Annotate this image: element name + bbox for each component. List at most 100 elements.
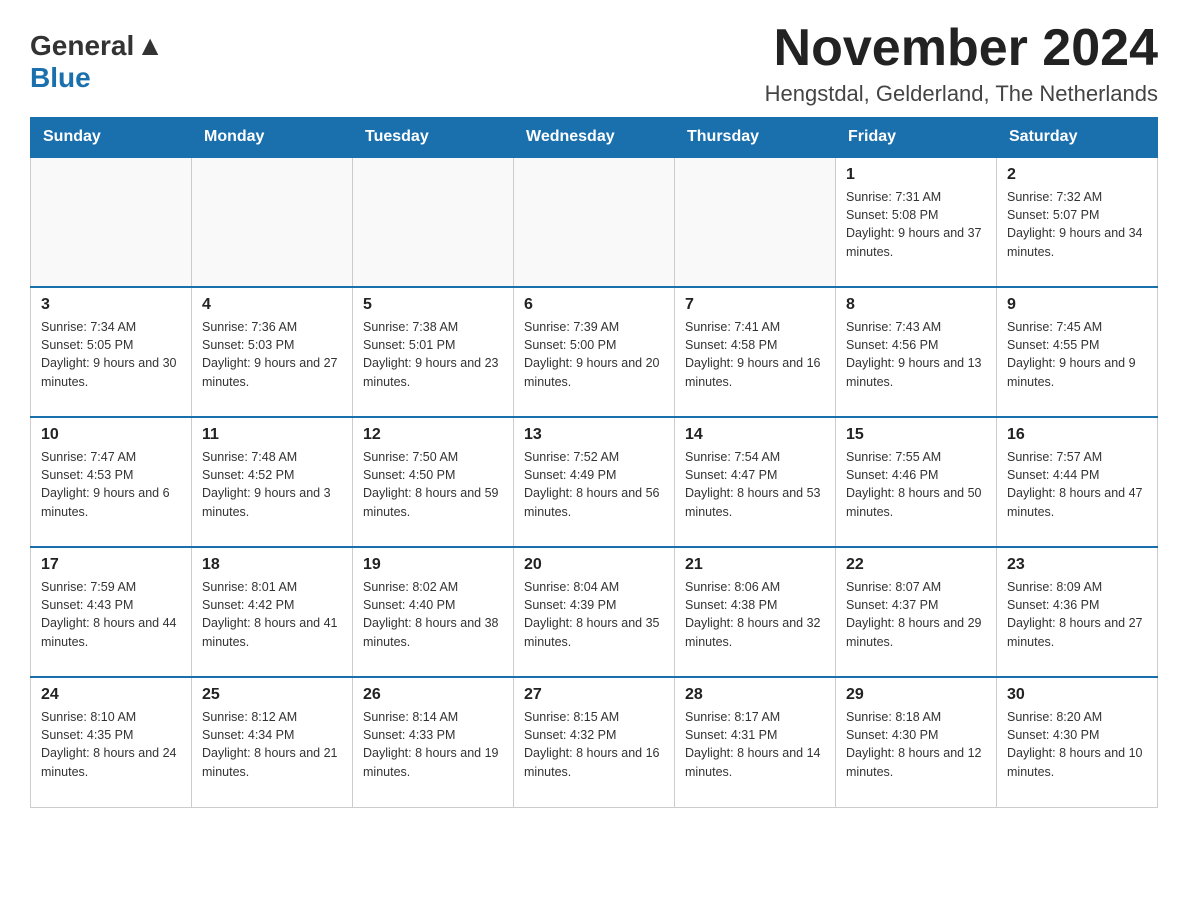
- calendar-cell: 4 Sunrise: 7:36 AM Sunset: 5:03 PM Daylig…: [192, 287, 353, 417]
- day-info: Sunrise: 7:54 AM Sunset: 4:47 PM Dayligh…: [685, 448, 825, 521]
- day-info: Sunrise: 8:20 AM Sunset: 4:30 PM Dayligh…: [1007, 708, 1147, 781]
- day-number: 24: [41, 686, 181, 704]
- calendar-cell: 26 Sunrise: 8:14 AM Sunset: 4:33 PM Dayli…: [353, 677, 514, 807]
- day-number: 26: [363, 686, 503, 704]
- day-info: Sunrise: 8:10 AM Sunset: 4:35 PM Dayligh…: [41, 708, 181, 781]
- header-tuesday: Tuesday: [353, 118, 514, 158]
- calendar-cell: [675, 157, 836, 287]
- calendar-cell: 5Sunrise: 7:38 AM Sunset: 5:01 PM Daylig…: [353, 287, 514, 417]
- header-monday: Monday: [192, 118, 353, 158]
- day-number: 4: [202, 296, 342, 314]
- header-thursday: Thursday: [675, 118, 836, 158]
- day-number: 14: [685, 426, 825, 444]
- day-info: Sunrise: 7:55 AM Sunset: 4:46 PM Dayligh…: [846, 448, 986, 521]
- day-info: Sunrise: 8:06 AM Sunset: 4:38 PM Dayligh…: [685, 578, 825, 651]
- day-info: Sunrise: 7:43 AM Sunset: 4:56 PM Dayligh…: [846, 318, 986, 391]
- day-number: 5: [363, 296, 503, 314]
- day-info: Sunrise: 7:52 AM Sunset: 4:49 PM Dayligh…: [524, 448, 664, 521]
- day-number: 9: [1007, 296, 1147, 314]
- header-sunday: Sunday: [31, 118, 192, 158]
- calendar-cell: 16 Sunrise: 7:57 AM Sunset: 4:44 PM Dayli…: [997, 417, 1158, 547]
- calendar-week-4: 24 Sunrise: 8:10 AM Sunset: 4:35 PM Dayli…: [31, 677, 1158, 807]
- logo-blue-text: Blue: [30, 62, 91, 94]
- day-number: 28: [685, 686, 825, 704]
- header: General ▲ Blue November 2024 Hengstdal, …: [30, 20, 1158, 107]
- calendar-cell: [514, 157, 675, 287]
- day-number: 29: [846, 686, 986, 704]
- day-number: 16: [1007, 426, 1147, 444]
- calendar-cell: 20 Sunrise: 8:04 AM Sunset: 4:39 PM Dayli…: [514, 547, 675, 677]
- day-number: 25: [202, 686, 342, 704]
- day-info: Sunrise: 8:12 AM Sunset: 4:34 PM Dayligh…: [202, 708, 342, 781]
- day-number: 8: [846, 296, 986, 314]
- calendar-cell: 1 Sunrise: 7:31 AM Sunset: 5:08 PM Daylig…: [836, 157, 997, 287]
- day-info: Sunrise: 7:31 AM Sunset: 5:08 PM Dayligh…: [846, 188, 986, 261]
- calendar-cell: 3Sunrise: 7:34 AM Sunset: 5:05 PM Daylig…: [31, 287, 192, 417]
- day-number: 11: [202, 426, 342, 444]
- calendar-week-1: 3Sunrise: 7:34 AM Sunset: 5:05 PM Daylig…: [31, 287, 1158, 417]
- day-info: Sunrise: 8:07 AM Sunset: 4:37 PM Dayligh…: [846, 578, 986, 651]
- day-number: 17: [41, 556, 181, 574]
- calendar-cell: 12 Sunrise: 7:50 AM Sunset: 4:50 PM Dayli…: [353, 417, 514, 547]
- day-info: Sunrise: 7:32 AM Sunset: 5:07 PM Dayligh…: [1007, 188, 1147, 261]
- calendar-cell: 27 Sunrise: 8:15 AM Sunset: 4:32 PM Dayli…: [514, 677, 675, 807]
- calendar-cell: 29 Sunrise: 8:18 AM Sunset: 4:30 PM Dayli…: [836, 677, 997, 807]
- day-info: Sunrise: 7:48 AM Sunset: 4:52 PM Dayligh…: [202, 448, 342, 521]
- day-info: Sunrise: 8:17 AM Sunset: 4:31 PM Dayligh…: [685, 708, 825, 781]
- day-number: 7: [685, 296, 825, 314]
- calendar-cell: 25 Sunrise: 8:12 AM Sunset: 4:34 PM Dayli…: [192, 677, 353, 807]
- day-number: 10: [41, 426, 181, 444]
- day-info: Sunrise: 8:09 AM Sunset: 4:36 PM Dayligh…: [1007, 578, 1147, 651]
- header-wednesday: Wednesday: [514, 118, 675, 158]
- calendar-cell: 15Sunrise: 7:55 AM Sunset: 4:46 PM Dayli…: [836, 417, 997, 547]
- day-info: Sunrise: 8:15 AM Sunset: 4:32 PM Dayligh…: [524, 708, 664, 781]
- location-title: Hengstdal, Gelderland, The Netherlands: [765, 81, 1158, 107]
- logo-general-text: General: [30, 32, 134, 60]
- calendar-week-0: 1 Sunrise: 7:31 AM Sunset: 5:08 PM Daylig…: [31, 157, 1158, 287]
- day-number: 6: [524, 296, 664, 314]
- day-info: Sunrise: 8:02 AM Sunset: 4:40 PM Dayligh…: [363, 578, 503, 651]
- calendar-cell: [353, 157, 514, 287]
- day-number: 21: [685, 556, 825, 574]
- day-info: Sunrise: 7:47 AM Sunset: 4:53 PM Dayligh…: [41, 448, 181, 521]
- day-number: 20: [524, 556, 664, 574]
- calendar-cell: 14 Sunrise: 7:54 AM Sunset: 4:47 PM Dayli…: [675, 417, 836, 547]
- calendar-cell: 10 Sunrise: 7:47 AM Sunset: 4:53 PM Dayli…: [31, 417, 192, 547]
- day-number: 3: [41, 296, 181, 314]
- day-info: Sunrise: 7:50 AM Sunset: 4:50 PM Dayligh…: [363, 448, 503, 521]
- calendar-cell: 13 Sunrise: 7:52 AM Sunset: 4:49 PM Dayli…: [514, 417, 675, 547]
- calendar-cell: 9 Sunrise: 7:45 AM Sunset: 4:55 PM Daylig…: [997, 287, 1158, 417]
- day-number: 27: [524, 686, 664, 704]
- day-info: Sunrise: 7:36 AM Sunset: 5:03 PM Dayligh…: [202, 318, 342, 391]
- calendar-cell: 8 Sunrise: 7:43 AM Sunset: 4:56 PM Daylig…: [836, 287, 997, 417]
- logo: General ▲ Blue: [30, 20, 164, 94]
- calendar-cell: 24 Sunrise: 8:10 AM Sunset: 4:35 PM Dayli…: [31, 677, 192, 807]
- calendar-cell: 2 Sunrise: 7:32 AM Sunset: 5:07 PM Daylig…: [997, 157, 1158, 287]
- day-number: 19: [363, 556, 503, 574]
- day-number: 12: [363, 426, 503, 444]
- day-info: Sunrise: 7:57 AM Sunset: 4:44 PM Dayligh…: [1007, 448, 1147, 521]
- calendar-cell: 23 Sunrise: 8:09 AM Sunset: 4:36 PM Dayli…: [997, 547, 1158, 677]
- calendar-week-3: 17 Sunrise: 7:59 AM Sunset: 4:43 PM Dayli…: [31, 547, 1158, 677]
- day-info: Sunrise: 7:39 AM Sunset: 5:00 PM Dayligh…: [524, 318, 664, 391]
- calendar-cell: [192, 157, 353, 287]
- day-info: Sunrise: 8:14 AM Sunset: 4:33 PM Dayligh…: [363, 708, 503, 781]
- day-info: Sunrise: 8:18 AM Sunset: 4:30 PM Dayligh…: [846, 708, 986, 781]
- calendar-cell: 22 Sunrise: 8:07 AM Sunset: 4:37 PM Dayli…: [836, 547, 997, 677]
- day-number: 2: [1007, 166, 1147, 184]
- calendar-cell: [31, 157, 192, 287]
- day-info: Sunrise: 7:45 AM Sunset: 4:55 PM Dayligh…: [1007, 318, 1147, 391]
- day-number: 18: [202, 556, 342, 574]
- day-number: 22: [846, 556, 986, 574]
- calendar-cell: 28 Sunrise: 8:17 AM Sunset: 4:31 PM Dayli…: [675, 677, 836, 807]
- day-info: Sunrise: 7:59 AM Sunset: 4:43 PM Dayligh…: [41, 578, 181, 651]
- calendar-cell: 11 Sunrise: 7:48 AM Sunset: 4:52 PM Dayli…: [192, 417, 353, 547]
- calendar-cell: 18Sunrise: 8:01 AM Sunset: 4:42 PM Dayli…: [192, 547, 353, 677]
- calendar-cell: 17 Sunrise: 7:59 AM Sunset: 4:43 PM Dayli…: [31, 547, 192, 677]
- day-number: 1: [846, 166, 986, 184]
- day-number: 23: [1007, 556, 1147, 574]
- day-number: 13: [524, 426, 664, 444]
- calendar-cell: 6 Sunrise: 7:39 AM Sunset: 5:00 PM Daylig…: [514, 287, 675, 417]
- day-info: Sunrise: 8:04 AM Sunset: 4:39 PM Dayligh…: [524, 578, 664, 651]
- calendar-cell: 7Sunrise: 7:41 AM Sunset: 4:58 PM Daylig…: [675, 287, 836, 417]
